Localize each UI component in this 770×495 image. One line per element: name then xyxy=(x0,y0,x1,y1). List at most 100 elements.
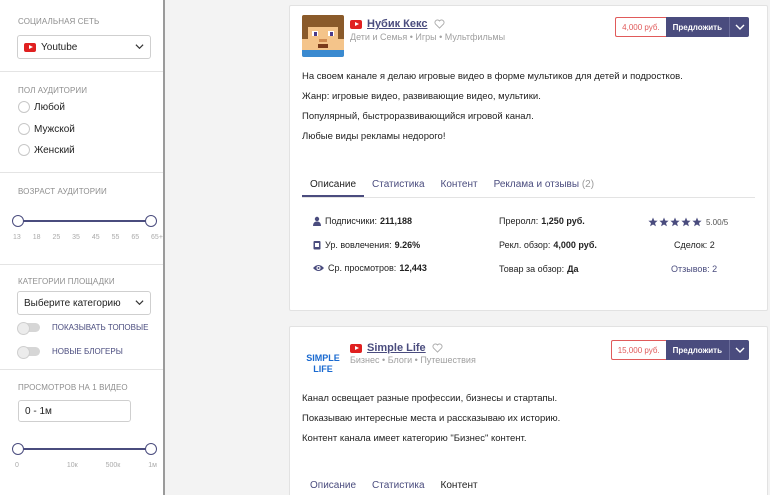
gender-option-label: Любой xyxy=(34,101,65,113)
radio-button[interactable] xyxy=(18,123,30,135)
age-slider-min-handle[interactable] xyxy=(12,215,24,227)
description-line: Любые виды рекламы недорого! xyxy=(302,131,446,142)
heart-icon[interactable] xyxy=(434,19,445,29)
toggle-label: ПОКАЗЫВАТЬ ТОПОВЫЕ xyxy=(52,323,149,332)
age-slider-max-handle[interactable] xyxy=(145,215,157,227)
views-slider-track[interactable] xyxy=(18,448,151,450)
gender-option-male[interactable]: Мужской xyxy=(18,123,75,135)
gender-section: ПОЛ АУДИТОРИИ Любой Мужской Женский xyxy=(0,72,163,173)
offer-group: 15,000 руб. Предложить xyxy=(610,340,749,360)
engagement-icon xyxy=(313,241,321,250)
radio-button[interactable] xyxy=(18,101,30,113)
views-tick: 1м xyxy=(148,462,157,469)
stat-label: Рекл. обзор: xyxy=(499,240,551,250)
channel-description: На своем канале я делаю игровые видео в … xyxy=(302,71,683,151)
stat-label: Подписчики: xyxy=(325,216,378,226)
age-tick: 13 xyxy=(13,234,21,241)
tab-ads-reviews[interactable]: Реклама и отзывы (2) xyxy=(486,178,602,197)
toggle-new-bloggers[interactable]: НОВЫЕ БЛОГЕРЫ xyxy=(17,346,123,359)
category-select[interactable]: Выберите категорию xyxy=(17,291,151,315)
gender-option-female[interactable]: Женский xyxy=(18,144,75,156)
youtube-icon xyxy=(350,343,362,353)
stat-value: 1,250 руб. xyxy=(541,216,585,226)
description-line: Канал освещает разные профессии, бизнесы… xyxy=(302,393,558,404)
tab-statistics[interactable]: Статистика xyxy=(364,178,433,197)
age-title: ВОЗРАСТ АУДИТОРИИ xyxy=(18,187,107,196)
age-slider-track[interactable] xyxy=(18,220,151,222)
stat-avg-views: Ср. просмотров: 12,443 xyxy=(312,263,427,273)
logo-text-top: SIMPLE xyxy=(306,353,340,363)
tab-content[interactable]: Контент xyxy=(433,178,486,197)
star-icon xyxy=(681,217,691,227)
tab-statistics[interactable]: Статистика xyxy=(364,479,433,495)
toggle-switch[interactable] xyxy=(17,346,40,359)
heart-icon[interactable] xyxy=(432,343,443,353)
social-network-select[interactable]: Youtube xyxy=(17,35,151,59)
price-badge: 4,000 руб. xyxy=(615,17,666,37)
gender-option-label: Мужской xyxy=(34,123,75,135)
gender-option-label: Женский xyxy=(34,144,75,156)
youtube-icon xyxy=(24,42,36,52)
toggle-label: НОВЫЕ БЛОГЕРЫ xyxy=(52,347,123,356)
age-tick: 18 xyxy=(32,234,41,241)
star-icon xyxy=(670,217,680,227)
rating: 5.00/5 xyxy=(648,217,728,227)
toggle-switch[interactable] xyxy=(17,322,40,335)
stat-value: 211,188 xyxy=(380,216,413,226)
age-tick: 55 xyxy=(111,234,120,241)
tab-content[interactable]: Контент xyxy=(433,479,486,495)
offer-dropdown-button[interactable] xyxy=(729,340,749,360)
tab-description[interactable]: Описание xyxy=(302,178,365,197)
toggle-show-top[interactable]: ПОКАЗЫВАТЬ ТОПОВЫЕ xyxy=(17,322,149,335)
chevron-down-icon xyxy=(735,347,744,353)
radio-button[interactable] xyxy=(18,144,30,156)
channel-categories: Дети и Семья • Игры • Мультфильмы xyxy=(350,32,506,42)
tab-ads-reviews-label: Реклама и отзывы xyxy=(493,179,580,190)
offer-button[interactable]: Предложить xyxy=(665,17,729,37)
channel-avatar[interactable]: SIMPLE LIFE xyxy=(302,341,344,383)
eye-icon xyxy=(313,265,324,271)
stat-label: Товар за обзор: xyxy=(499,264,565,274)
category-section: КАТЕГОРИИ ПЛОЩАДКИ Выберите категорию ПО… xyxy=(0,265,163,370)
stat-label: Ср. просмотров: xyxy=(328,263,397,273)
filter-sidebar: СОЦИАЛЬНАЯ СЕТЬ Youtube ПОЛ АУДИТОРИИ Лю… xyxy=(0,0,165,495)
simple-life-logo: SIMPLE LIFE xyxy=(306,353,340,374)
views-section: ПРОСМОТРОВ НА 1 ВИДЕО 0 - 1м 0 10к 500к … xyxy=(0,370,163,495)
description-line: Популярный, быстроразвивающийся игровой … xyxy=(302,111,534,122)
price-badge: 15,000 руб. xyxy=(610,340,666,360)
star-icon xyxy=(648,217,658,227)
description-line: Контент канала имеет категорию "Бизнес" … xyxy=(302,433,527,444)
reviews-link[interactable]: Отзывов: 2 xyxy=(671,264,717,274)
social-network-section: СОЦИАЛЬНАЯ СЕТЬ Youtube xyxy=(0,0,163,72)
logo-text-bottom: LIFE xyxy=(313,364,333,374)
rating-value: 5.00/5 xyxy=(706,217,729,227)
views-input-value: 0 - 1м xyxy=(25,405,52,417)
stat-value: 9.26% xyxy=(394,240,421,250)
stat-value: Да xyxy=(567,264,579,274)
category-title: КАТЕГОРИИ ПЛОЩАДКИ xyxy=(18,277,115,286)
description-line: Показываю интересные места и рассказываю… xyxy=(302,413,561,424)
description-line: Жанр: игровые видео, развивающие видео, … xyxy=(302,91,541,102)
views-slider-max-handle[interactable] xyxy=(145,443,157,455)
stat-label: Ур. вовлечения: xyxy=(325,240,392,250)
stat-label: Преролл: xyxy=(499,216,539,226)
tab-description[interactable]: Описание xyxy=(302,479,364,495)
channel-name-link[interactable]: Нубик Кекс xyxy=(367,18,428,30)
stat-subscribers: Подписчики: 211,188 xyxy=(312,216,412,226)
channel-avatar[interactable] xyxy=(302,15,344,57)
offer-button[interactable]: Предложить xyxy=(665,340,729,360)
channel-name-link[interactable]: Simple Life xyxy=(367,342,426,354)
stat-product: Товар за обзор: Да xyxy=(499,264,579,274)
stat-deals: Сделок: 2 xyxy=(674,240,715,250)
stat-ad-review: Рекл. обзор: 4,000 руб. xyxy=(499,240,597,250)
offer-dropdown-button[interactable] xyxy=(729,17,749,37)
views-tick: 0 xyxy=(15,462,19,469)
gender-option-any[interactable]: Любой xyxy=(18,101,65,113)
views-slider-min-handle[interactable] xyxy=(12,443,24,455)
age-tick: 35 xyxy=(72,234,80,241)
chevron-down-icon xyxy=(135,300,144,306)
views-input[interactable]: 0 - 1м xyxy=(18,400,131,422)
star-icon xyxy=(659,217,669,227)
star-icon xyxy=(692,217,702,227)
card-tabs: Описание Статистика Контент Реклама и от… xyxy=(302,178,755,198)
